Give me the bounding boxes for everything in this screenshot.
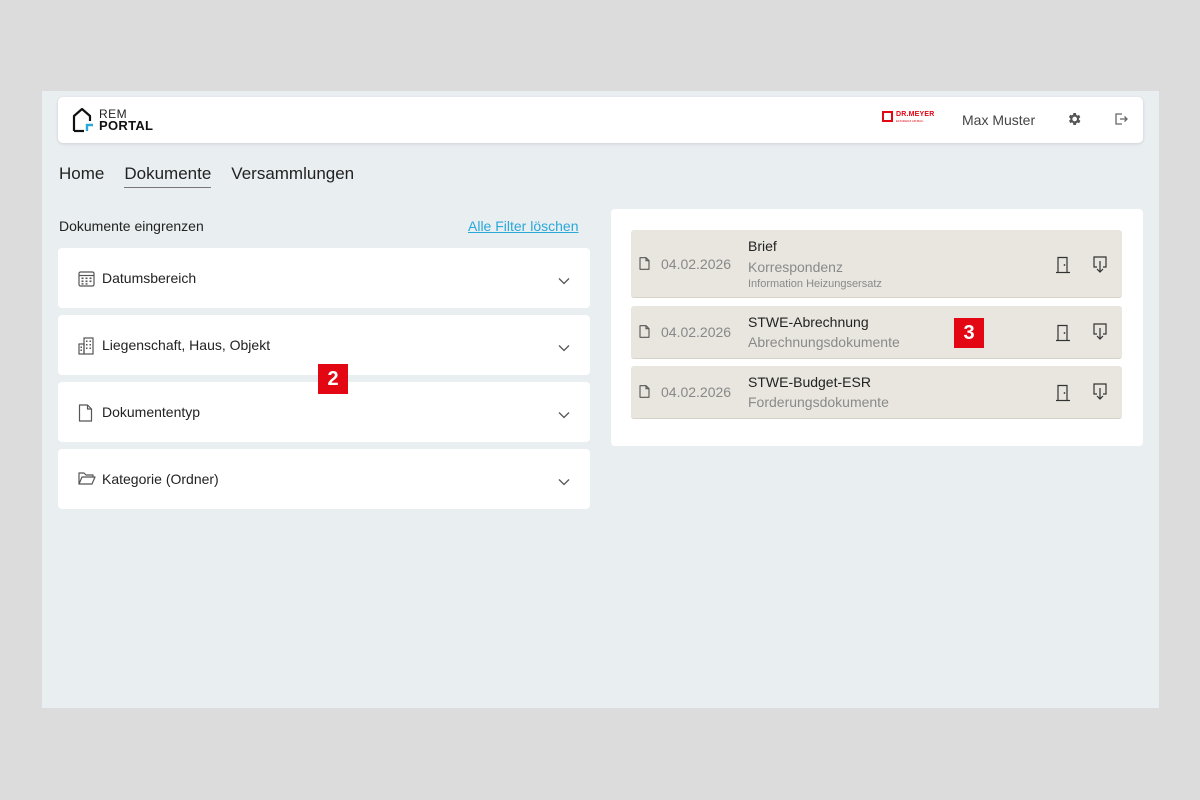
- filter-category-folder[interactable]: Kategorie (Ordner): [58, 449, 590, 509]
- document-row[interactable]: 04.02.2026 Brief Korrespondenz Informati…: [631, 230, 1122, 298]
- tab-dokumente[interactable]: Dokumente: [124, 164, 212, 188]
- document-list-panel: 04.02.2026 Brief Korrespondenz Informati…: [611, 209, 1143, 446]
- filter-label: Dokumententyp: [102, 404, 201, 420]
- callout-badge: 2: [318, 364, 348, 394]
- house-logo-icon: [72, 107, 93, 133]
- filter-date-range[interactable]: Datumsbereich: [58, 248, 590, 308]
- folder-icon: [78, 471, 96, 491]
- open-door-icon[interactable]: [1055, 256, 1071, 279]
- chevron-down-icon: [558, 406, 570, 424]
- rem-portal-logo[interactable]: REM PORTAL: [72, 107, 153, 133]
- dr-meyer-logo: DR.MEYER EFFIZIENZ AM BAU: [882, 111, 935, 125]
- download-icon[interactable]: [1092, 383, 1108, 406]
- document-category: Korrespondenz: [748, 259, 843, 275]
- calendar-icon: [78, 270, 95, 292]
- logo-text-portal: PORTAL: [99, 118, 154, 133]
- clear-filters-link[interactable]: Alle Filter löschen: [468, 218, 579, 234]
- document-category: Abrechnungsdokumente: [748, 334, 900, 350]
- chevron-down-icon: [558, 272, 570, 290]
- tab-home[interactable]: Home: [59, 164, 104, 188]
- user-name[interactable]: Max Muster: [962, 112, 1035, 128]
- filter-label: Kategorie (Ordner): [102, 471, 219, 487]
- download-icon[interactable]: [1092, 256, 1108, 279]
- document-icon: [639, 257, 650, 275]
- brand-name: DR.MEYER: [896, 111, 935, 118]
- logout-icon[interactable]: [1113, 111, 1129, 132]
- main-navigation: Home Dokumente Versammlungen: [59, 164, 374, 188]
- document-row[interactable]: 04.02.2026 STWE-Abrechnung Abrechnungsdo…: [631, 306, 1122, 359]
- document-date: 04.02.2026: [661, 384, 732, 400]
- document-title[interactable]: Brief: [748, 238, 777, 254]
- brand-tagline: EFFIZIENZ AM BAU: [896, 119, 924, 123]
- filter-section-title: Dokumente eingrenzen: [59, 218, 204, 234]
- app-window: REM PORTAL DR.MEYER EFFIZIENZ AM BAU Max…: [42, 91, 1159, 708]
- document-category: Forderungsdokumente: [748, 394, 889, 410]
- document-title[interactable]: STWE-Abrechnung: [748, 314, 869, 330]
- download-icon[interactable]: [1092, 323, 1108, 346]
- open-door-icon[interactable]: [1055, 384, 1071, 407]
- document-note: Information Heizungsersatz: [748, 278, 882, 290]
- document-row[interactable]: 04.02.2026 STWE-Budget-ESR Forderungsdok…: [631, 366, 1122, 419]
- chevron-down-icon: [558, 339, 570, 357]
- callout-badge: 3: [954, 318, 984, 348]
- document-title[interactable]: STWE-Budget-ESR: [748, 374, 871, 390]
- building-icon: [78, 337, 95, 360]
- settings-gear-icon[interactable]: [1066, 111, 1082, 132]
- document-date: 04.02.2026: [661, 256, 732, 272]
- document-date: 04.02.2026: [661, 324, 732, 340]
- open-door-icon[interactable]: [1055, 324, 1071, 347]
- document-icon: [78, 404, 93, 427]
- document-icon: [639, 325, 650, 343]
- brand-mark-icon: [882, 111, 893, 122]
- document-icon: [639, 385, 650, 403]
- filter-label: Liegenschaft, Haus, Objekt: [102, 337, 271, 353]
- filter-label: Datumsbereich: [102, 270, 197, 286]
- top-header: REM PORTAL DR.MEYER EFFIZIENZ AM BAU Max…: [58, 97, 1143, 143]
- tab-versammlungen[interactable]: Versammlungen: [231, 164, 354, 188]
- chevron-down-icon: [558, 473, 570, 491]
